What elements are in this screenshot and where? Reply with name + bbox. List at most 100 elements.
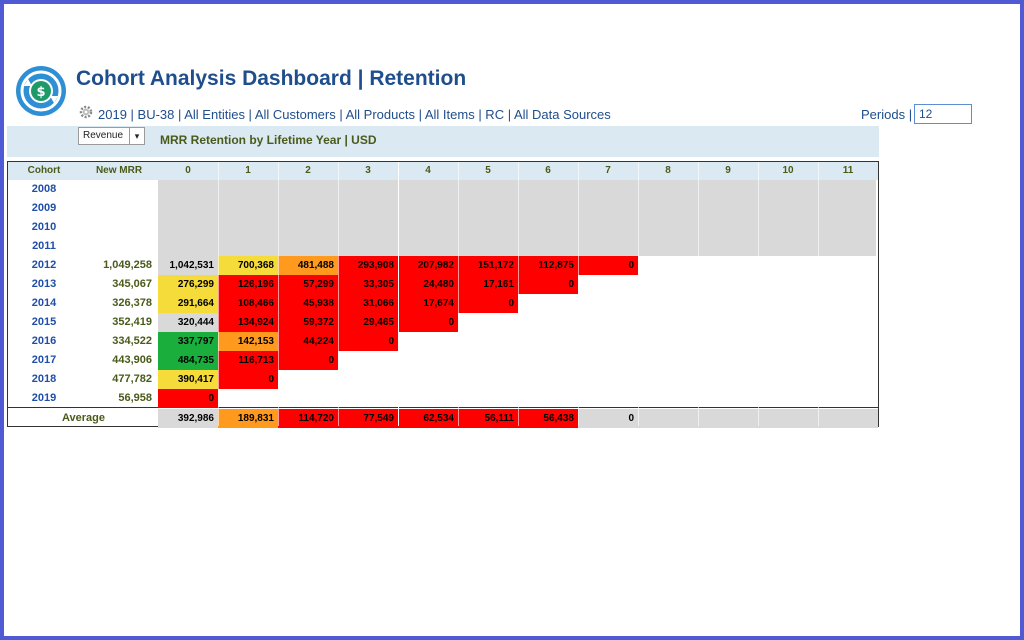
retention-cell: 700,368 <box>218 256 278 275</box>
average-cell: 56,438 <box>518 409 578 428</box>
svg-text:$: $ <box>36 85 45 100</box>
new-mrr-value: 352,419 <box>112 316 152 328</box>
header-cohort: Cohort <box>27 165 61 176</box>
retention-cell: 337,797 <box>158 332 218 351</box>
retention-cell: 0 <box>158 389 218 408</box>
retention-cell: 57,299 <box>278 275 338 294</box>
column-divider <box>278 162 279 426</box>
retention-cell: 0 <box>398 313 458 332</box>
header-period-0: 0 <box>185 165 191 176</box>
average-cell: 62,534 <box>398 409 458 428</box>
header-period-6: 6 <box>545 165 551 176</box>
retention-cell: 29,465 <box>338 313 398 332</box>
average-cell: 0 <box>578 409 638 428</box>
metric-select[interactable]: Revenue ▾ <box>78 127 145 145</box>
retention-cell: 0 <box>278 351 338 370</box>
cohort-year-2017[interactable]: 2017 <box>8 351 80 370</box>
column-divider <box>338 162 339 426</box>
metric-select-value: Revenue <box>83 130 124 141</box>
cohort-year-2018[interactable]: 2018 <box>8 370 80 389</box>
new-mrr-value: 334,522 <box>112 335 152 347</box>
cohort-year-2012[interactable]: 2012 <box>8 256 80 275</box>
average-cell: 77,549 <box>338 409 398 428</box>
retention-cell: 293,908 <box>338 256 398 275</box>
cohort-year-2013[interactable]: 2013 <box>8 275 80 294</box>
header-period-8: 8 <box>665 165 671 176</box>
new-mrr-value: 1,049,258 <box>103 259 152 271</box>
average-cell <box>818 409 878 428</box>
cohort-year-2009[interactable]: 2009 <box>8 199 80 218</box>
column-divider <box>698 162 699 426</box>
header-period-2: 2 <box>305 165 311 176</box>
new-mrr-value: 56,958 <box>118 392 152 404</box>
column-divider <box>218 162 219 426</box>
column-divider <box>578 162 579 426</box>
retention-cell: 0 <box>518 275 578 294</box>
average-cell <box>698 409 758 428</box>
retention-cell: 112,875 <box>518 256 578 275</box>
retention-cell: 126,196 <box>218 275 278 294</box>
retention-cell: 151,172 <box>458 256 518 275</box>
retention-cell: 390,417 <box>158 370 218 389</box>
retention-cell: 142,153 <box>218 332 278 351</box>
retention-cell: 17,674 <box>398 294 458 313</box>
header-period-10: 10 <box>782 165 794 176</box>
cohort-year-2011[interactable]: 2011 <box>8 237 80 256</box>
retention-cell: 33,305 <box>338 275 398 294</box>
average-cell: 56,111 <box>458 409 518 428</box>
header-period-9: 9 <box>725 165 731 176</box>
retention-cell: 0 <box>578 256 638 275</box>
chevron-down-icon[interactable]: ▾ <box>129 128 144 144</box>
cohort-year-2016[interactable]: 2016 <box>8 332 80 351</box>
retention-cell: 0 <box>458 294 518 313</box>
new-mrr-value: 345,067 <box>112 278 152 290</box>
empty-cohort-block <box>158 180 876 256</box>
retention-cell: 17,161 <box>458 275 518 294</box>
cohort-table: Cohort New MRR 0 1 2 3 4 5 6 7 8 9 10 11 2008 2009 2010 2… <box>7 161 879 428</box>
column-divider <box>398 162 399 426</box>
header-period-7: 7 <box>605 165 611 176</box>
retention-cell: 276,299 <box>158 275 218 294</box>
average-label: Average <box>62 412 106 424</box>
retention-cell: 45,938 <box>278 294 338 313</box>
column-divider <box>818 162 819 426</box>
retention-cell: 44,224 <box>278 332 338 351</box>
cohort-year-2015[interactable]: 2015 <box>8 313 80 332</box>
column-divider <box>518 162 519 426</box>
retention-cell: 320,444 <box>158 313 218 332</box>
retention-cell: 1,042,531 <box>158 256 218 275</box>
cohort-year-2019[interactable]: 2019 <box>8 389 80 408</box>
average-cell <box>758 409 818 428</box>
cohort-year-2010[interactable]: 2010 <box>8 218 80 237</box>
header-period-5: 5 <box>485 165 491 176</box>
average-cell: 392,986 <box>158 409 218 428</box>
retention-cell: 291,664 <box>158 294 218 313</box>
table-subtitle: MRR Retention by Lifetime Year | USD <box>160 133 377 147</box>
cohort-year-2008[interactable]: 2008 <box>8 180 80 199</box>
average-cell: 189,831 <box>218 409 278 428</box>
header-new-mrr: New MRR <box>95 165 143 176</box>
column-divider <box>758 162 759 426</box>
retention-cell: 59,372 <box>278 313 338 332</box>
gear-icon[interactable] <box>78 104 94 120</box>
periods-input[interactable] <box>914 104 972 124</box>
retention-cell: 0 <box>338 332 398 351</box>
retention-cell: 108,466 <box>218 294 278 313</box>
new-mrr-value: 443,906 <box>112 354 152 366</box>
retention-cell: 134,924 <box>218 313 278 332</box>
cohort-year-2014[interactable]: 2014 <box>8 294 80 313</box>
retention-cell: 116,713 <box>218 351 278 370</box>
retention-cell: 481,488 <box>278 256 338 275</box>
header-period-3: 3 <box>365 165 371 176</box>
retention-cell: 24,480 <box>398 275 458 294</box>
header-period-1: 1 <box>245 165 251 176</box>
column-divider <box>638 162 639 426</box>
filter-breadcrumb[interactable]: 2019 | BU-38 | All Entities | All Custom… <box>98 107 611 122</box>
column-divider <box>458 162 459 426</box>
retention-cell: 0 <box>218 370 278 389</box>
average-cell: 114,720 <box>278 409 338 428</box>
retention-cell: 31,066 <box>338 294 398 313</box>
retention-cell: 484,735 <box>158 351 218 370</box>
retention-cell: 207,982 <box>398 256 458 275</box>
new-mrr-value: 326,378 <box>112 297 152 309</box>
